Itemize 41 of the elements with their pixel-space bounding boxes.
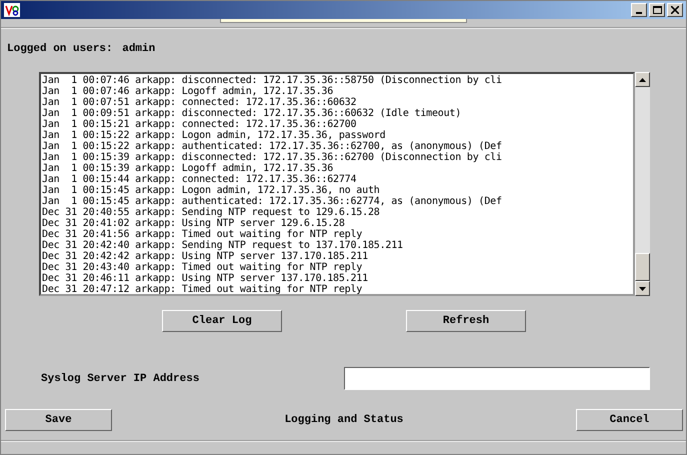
log-line: Jan 1 00:15:39 arkapp: Logoff admin, 172.17.35.36: [42, 163, 334, 174]
logged-users-label: Logged on users:: [7, 43, 113, 55]
log-line: Dec 31 20:42:40 arkapp: Sending NTP request to 137.170.185.211: [42, 240, 404, 251]
save-button[interactable]: Save: [5, 409, 112, 431]
maximize-button[interactable]: [649, 3, 665, 17]
page-title: Logging and Status: [284, 414, 404, 426]
log-line: Jan 1 00:15:22 arkapp: authenticated: 172.17.35.36::62700, as (anonymous) (Def: [42, 141, 503, 152]
scroll-thumb[interactable]: [635, 253, 650, 281]
log-line: Dec 31 20:41:56 arkapp: Timed out waiting for NTP reply: [42, 229, 364, 240]
close-icon: [671, 6, 679, 14]
clear-log-button[interactable]: Clear Log: [162, 310, 282, 332]
log-line: Dec 31 20:42:42 arkapp: Using NTP server 137.170.185.211: [42, 251, 369, 262]
log-line: Jan 1 00:15:22 arkapp: Logon admin, 172.17.35.36, password: [42, 130, 386, 141]
log-line: Dec 31 20:40:55 arkapp: Sending NTP request to 129.6.15.28: [42, 207, 381, 218]
log-line: Dec 31 20:41:02 arkapp: Using NTP server 129.6.15.28: [42, 218, 346, 229]
up-arrow-icon: [639, 78, 646, 82]
syslog-label: Syslog Server IP Address: [41, 372, 200, 384]
refresh-button[interactable]: Refresh: [406, 310, 526, 332]
log-line: Jan 1 00:15:39 arkapp: disconnected: 172.17.35.36::62700 (Disconnection by cli: [42, 152, 503, 163]
log-line: Jan 1 00:15:45 arkapp: Logon admin, 172.17.35.36, no auth: [42, 185, 381, 196]
log-line: Jan 1 00:07:46 arkapp: disconnected: 172.17.35.36::58750 (Disconnection by cli: [42, 75, 503, 86]
scrollbar[interactable]: [635, 72, 650, 296]
close-button[interactable]: [667, 3, 683, 17]
log-line: Jan 1 00:15:21 arkapp: connected: 172.17.35.36::62700: [42, 119, 356, 130]
minimize-button[interactable]: [631, 3, 647, 17]
logged-users-value: admin: [122, 43, 156, 55]
log-line: Jan 1 00:15:44 arkapp: connected: 172.17.35.36::62774: [42, 174, 358, 185]
cancel-button[interactable]: Cancel: [576, 409, 683, 431]
log-line: Dec 31 20:47:12 arkapp: Timed out waiting for NTP reply: [42, 284, 364, 294]
log-line: Jan 1 00:09:51 arkapp: disconnected: 172.17.35.36::60632 (Idle timeout): [42, 108, 462, 119]
log-line: Dec 31 20:46:11 arkapp: Using NTP server 137.170.185.211: [42, 273, 369, 284]
app-logo-icon: [4, 3, 20, 17]
log-line: Dec 31 20:43:40 arkapp: Timed out waiting for NTP reply: [42, 262, 364, 273]
scroll-down-button[interactable]: [635, 281, 650, 296]
scroll-up-button[interactable]: [635, 72, 650, 87]
syslog-input-field[interactable]: [344, 367, 650, 390]
maximize-icon: [652, 6, 662, 14]
log-line: Jan 1 00:07:51 arkapp: connected: 172.17.35.36::60632: [42, 97, 358, 108]
log-line: Jan 1 00:15:45 arkapp: authenticated: 172.17.35.36::62774, as (anonymous) (Def: [42, 196, 503, 207]
down-arrow-icon: [639, 286, 646, 290]
log-line: Jan 1 00:07:46 arkapp: Logoff admin, 172.17.35.36: [42, 86, 334, 97]
